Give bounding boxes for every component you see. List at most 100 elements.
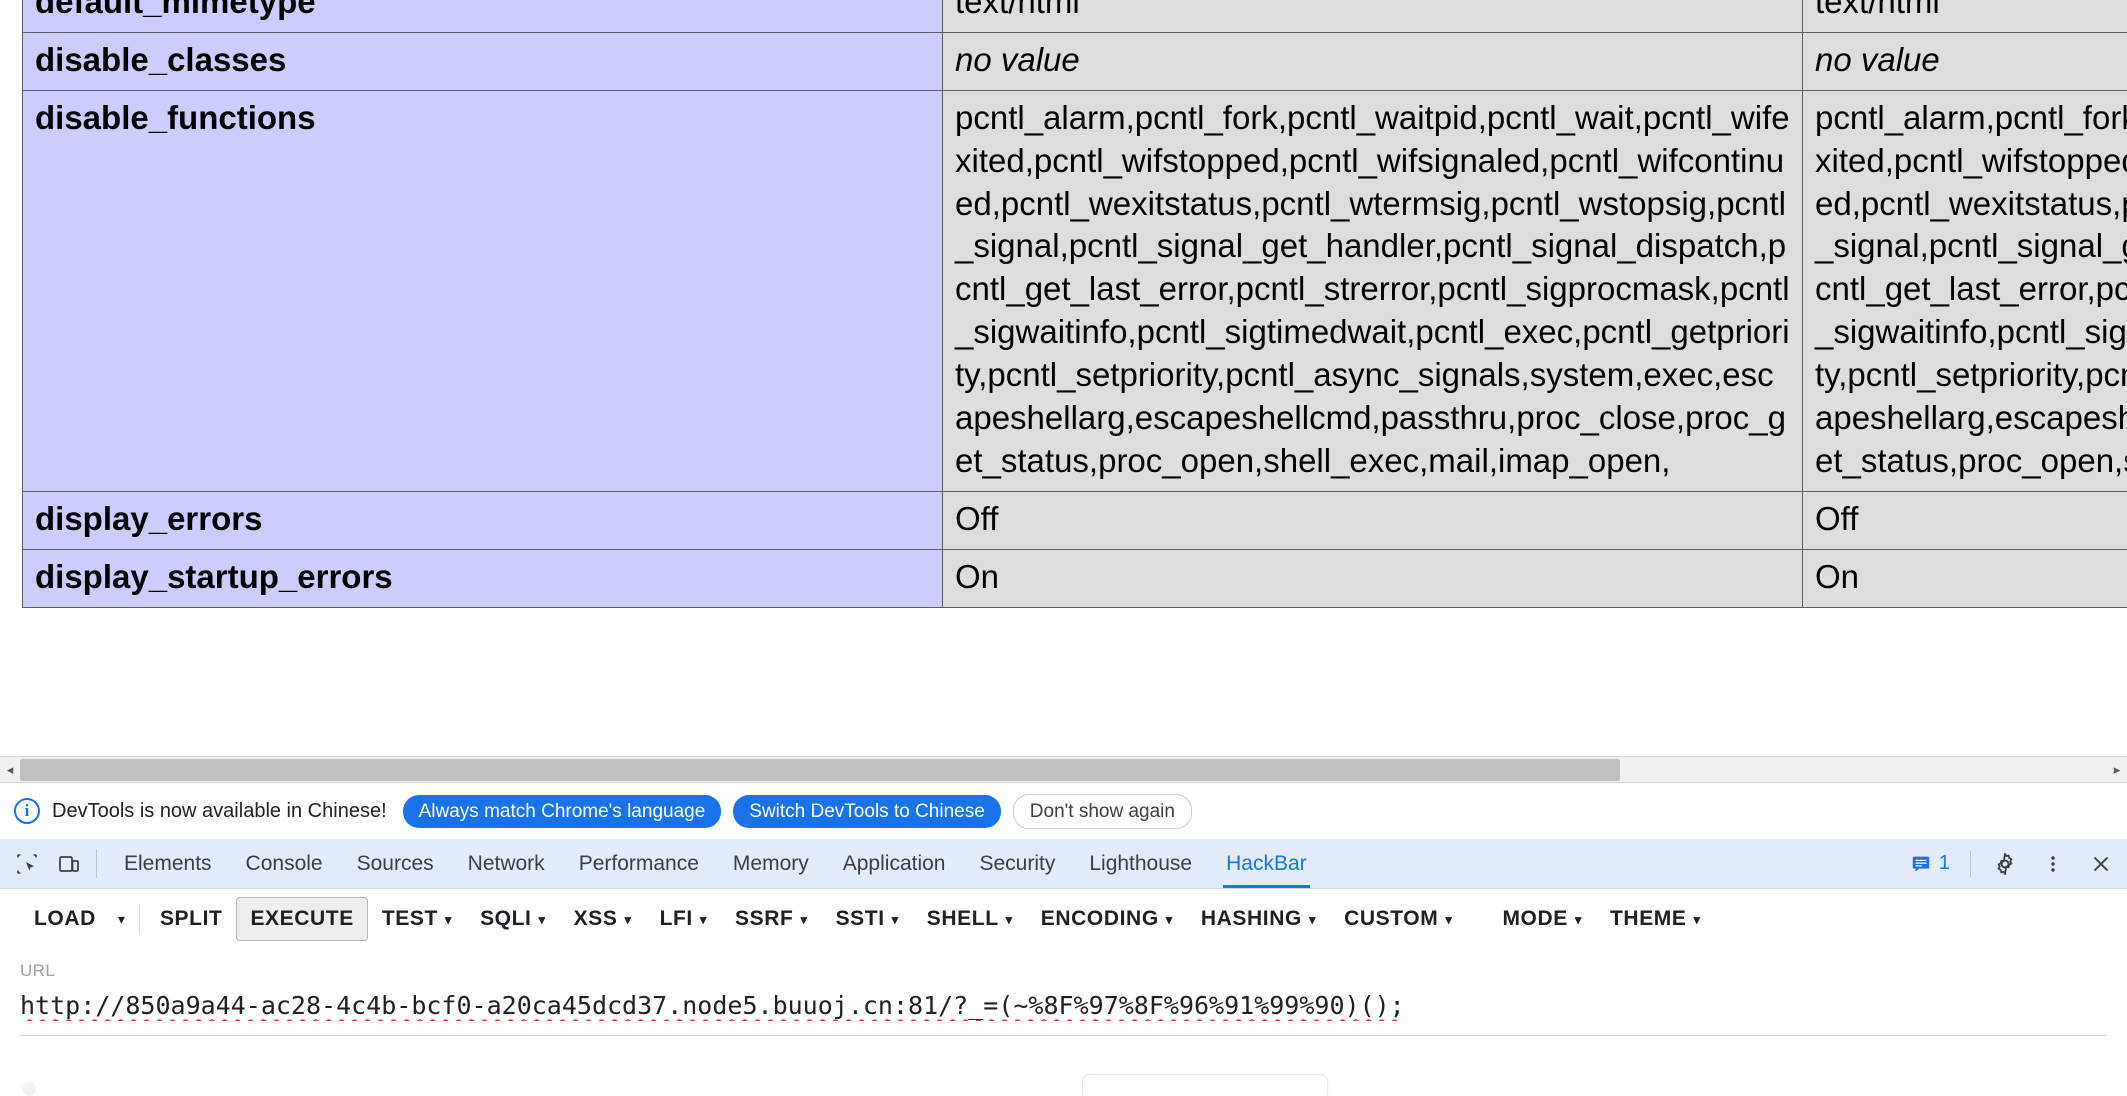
- tab-lighthouse[interactable]: Lighthouse: [1072, 839, 1209, 888]
- phpinfo-directives-table: default_mimetype text/html text/html dis…: [22, 0, 2127, 608]
- table-row: disable_functions pcntl_alarm,pcntl_fork…: [22, 89, 2127, 492]
- tab-hackbar[interactable]: HackBar: [1209, 839, 1324, 888]
- actions-divider: [1970, 850, 1971, 877]
- kebab-menu-icon[interactable]: [2031, 842, 2075, 886]
- hackbar-xss-menu[interactable]: XSS ▾: [560, 897, 646, 941]
- hackbar-custom-label: CUSTOM: [1344, 907, 1439, 930]
- php-info-page-viewport: default_mimetype text/html text/html dis…: [0, 0, 2127, 756]
- tab-console[interactable]: Console: [229, 839, 340, 888]
- hackbar-xss-label: XSS: [573, 907, 618, 930]
- local-value: text/html: [942, 0, 1803, 33]
- devtools-tab-bar-actions: 1: [1902, 839, 2127, 888]
- hackbar-lfi-label: LFI: [659, 907, 693, 930]
- master-value: Off: [1802, 490, 2127, 550]
- directive-name: display_errors: [22, 490, 943, 550]
- always-match-language-button[interactable]: Always match Chrome's language: [402, 794, 722, 828]
- hackbar-test-menu[interactable]: TEST ▾: [368, 897, 466, 941]
- hackbar-lfi-menu[interactable]: LFI ▾: [646, 897, 721, 941]
- tab-memory[interactable]: Memory: [716, 839, 826, 888]
- close-icon[interactable]: [2079, 842, 2123, 886]
- directive-name: display_startup_errors: [22, 548, 943, 608]
- hackbar-toolbar: LOAD ▾ SPLIT EXECUTE TEST ▾ SQLI ▾ XSS ▾…: [0, 889, 2127, 949]
- scroll-left-arrow-icon[interactable]: ◂: [0, 756, 20, 783]
- hackbar-hashing-label: HASHING: [1200, 907, 1302, 930]
- chevron-down-icon: ▾: [699, 911, 708, 927]
- url-field-label: URL: [20, 961, 56, 980]
- master-value: On: [1802, 548, 2127, 608]
- local-value: On: [942, 548, 1803, 608]
- page-horizontal-scrollbar[interactable]: ◂ ▸: [0, 756, 2127, 783]
- tab-network[interactable]: Network: [451, 839, 562, 888]
- directive-name: disable_classes: [22, 31, 943, 91]
- devtools-panel: i DevTools is now available in Chinese! …: [0, 782, 2127, 1096]
- hackbar-execute-button[interactable]: EXECUTE: [236, 897, 368, 941]
- console-message-count: 1: [1938, 852, 1950, 874]
- scroll-right-arrow-icon[interactable]: ▸: [2107, 756, 2127, 783]
- url-section-divider: [20, 1035, 2107, 1037]
- dont-show-again-button[interactable]: Don't show again: [1012, 793, 1192, 829]
- hackbar-sqli-menu[interactable]: SQLI ▾: [466, 897, 560, 941]
- local-value: pcntl_alarm,pcntl_fork,pcntl_waitpid,pcn…: [942, 89, 1803, 492]
- tab-security[interactable]: Security: [962, 839, 1072, 888]
- directive-name: disable_functions: [22, 89, 943, 492]
- hackbar-sqli-label: SQLI: [480, 907, 532, 930]
- console-message-icon: [1912, 856, 1930, 871]
- chevron-down-icon: ▾: [1308, 911, 1317, 927]
- url-input[interactable]: http://850a9a44-ac28-4c4b-bcf0-a20ca45dc…: [20, 990, 2107, 1021]
- chevron-down-icon: ▾: [1165, 911, 1173, 927]
- hackbar-load-button[interactable]: LOAD: [20, 897, 110, 941]
- hackbar-theme-label: THEME: [1610, 907, 1687, 930]
- chevron-down-icon: ▾: [1445, 911, 1453, 927]
- info-icon: i: [14, 798, 40, 824]
- chevron-down-icon: ▾: [538, 911, 546, 927]
- screen-root: default_mimetype text/html text/html dis…: [0, 0, 2127, 1096]
- tab-performance[interactable]: Performance: [562, 839, 716, 888]
- gear-icon[interactable]: [1983, 842, 2027, 886]
- hackbar-ssti-menu[interactable]: SSTI ▾: [822, 897, 913, 941]
- local-value: Off: [942, 490, 1803, 550]
- local-value: no value: [942, 31, 1803, 91]
- hackbar-hashing-menu[interactable]: HASHING ▾: [1187, 897, 1330, 941]
- hackbar-load-dropdown-caret-icon[interactable]: ▾: [110, 901, 133, 938]
- chevron-down-icon: ▾: [1005, 911, 1013, 927]
- console-message-badge[interactable]: 1: [1902, 852, 1958, 875]
- toolbar-divider: [138, 904, 140, 934]
- hackbar-theme-menu[interactable]: THEME ▾: [1596, 897, 1715, 941]
- devtools-tab-bar: Elements Console Sources Network Perform…: [0, 839, 2127, 889]
- bottom-partial-panel[interactable]: [1082, 1074, 1328, 1096]
- chevron-down-icon: ▾: [1693, 911, 1701, 927]
- inspect-element-icon[interactable]: [6, 839, 48, 888]
- device-toolbar-icon[interactable]: [48, 839, 90, 888]
- tab-bar-spacer: [1324, 839, 1902, 888]
- hackbar-shell-menu[interactable]: SHELL ▾: [913, 897, 1027, 941]
- hackbar-encoding-menu[interactable]: ENCODING ▾: [1027, 897, 1187, 941]
- directive-name: default_mimetype: [22, 0, 943, 33]
- hackbar-split-button[interactable]: SPLIT: [146, 897, 237, 941]
- hackbar-test-label: TEST: [381, 907, 438, 930]
- chevron-down-icon: ▾: [444, 911, 453, 927]
- tab-sources[interactable]: Sources: [340, 839, 451, 888]
- hackbar-ssrf-menu[interactable]: SSRF ▾: [721, 897, 822, 941]
- toolbar-divider: [96, 849, 97, 878]
- hackbar-mode-menu[interactable]: MODE ▾: [1488, 897, 1596, 941]
- tab-application[interactable]: Application: [826, 839, 963, 888]
- chevron-down-icon: ▾: [891, 911, 899, 927]
- hackbar-encoding-label: ENCODING: [1040, 907, 1159, 930]
- banner-message: DevTools is now available in Chinese!: [52, 799, 387, 822]
- hackbar-ssrf-label: SSRF: [735, 907, 794, 930]
- tab-elements[interactable]: Elements: [107, 839, 229, 888]
- hackbar-custom-menu[interactable]: CUSTOM ▾: [1330, 897, 1466, 941]
- hackbar-shell-label: SHELL: [926, 907, 999, 930]
- bottom-left-indicator: [22, 1082, 36, 1096]
- table-row: default_mimetype text/html text/html: [22, 0, 2127, 33]
- devtools-language-banner: i DevTools is now available in Chinese! …: [0, 783, 2127, 839]
- scrollbar-track[interactable]: [20, 756, 2107, 783]
- master-value: text/html: [1802, 0, 2127, 33]
- hackbar-url-section: URL http://850a9a44-ac28-4c4b-bcf0-a20ca…: [0, 949, 2127, 1037]
- chevron-down-icon: ▾: [1574, 911, 1582, 927]
- hackbar-ssti-label: SSTI: [835, 907, 885, 930]
- scrollbar-thumb[interactable]: [20, 758, 1620, 781]
- switch-devtools-language-button[interactable]: Switch DevTools to Chinese: [733, 794, 1001, 828]
- master-value: no value: [1802, 31, 2127, 91]
- table-row: disable_classes no value no value: [22, 31, 2127, 91]
